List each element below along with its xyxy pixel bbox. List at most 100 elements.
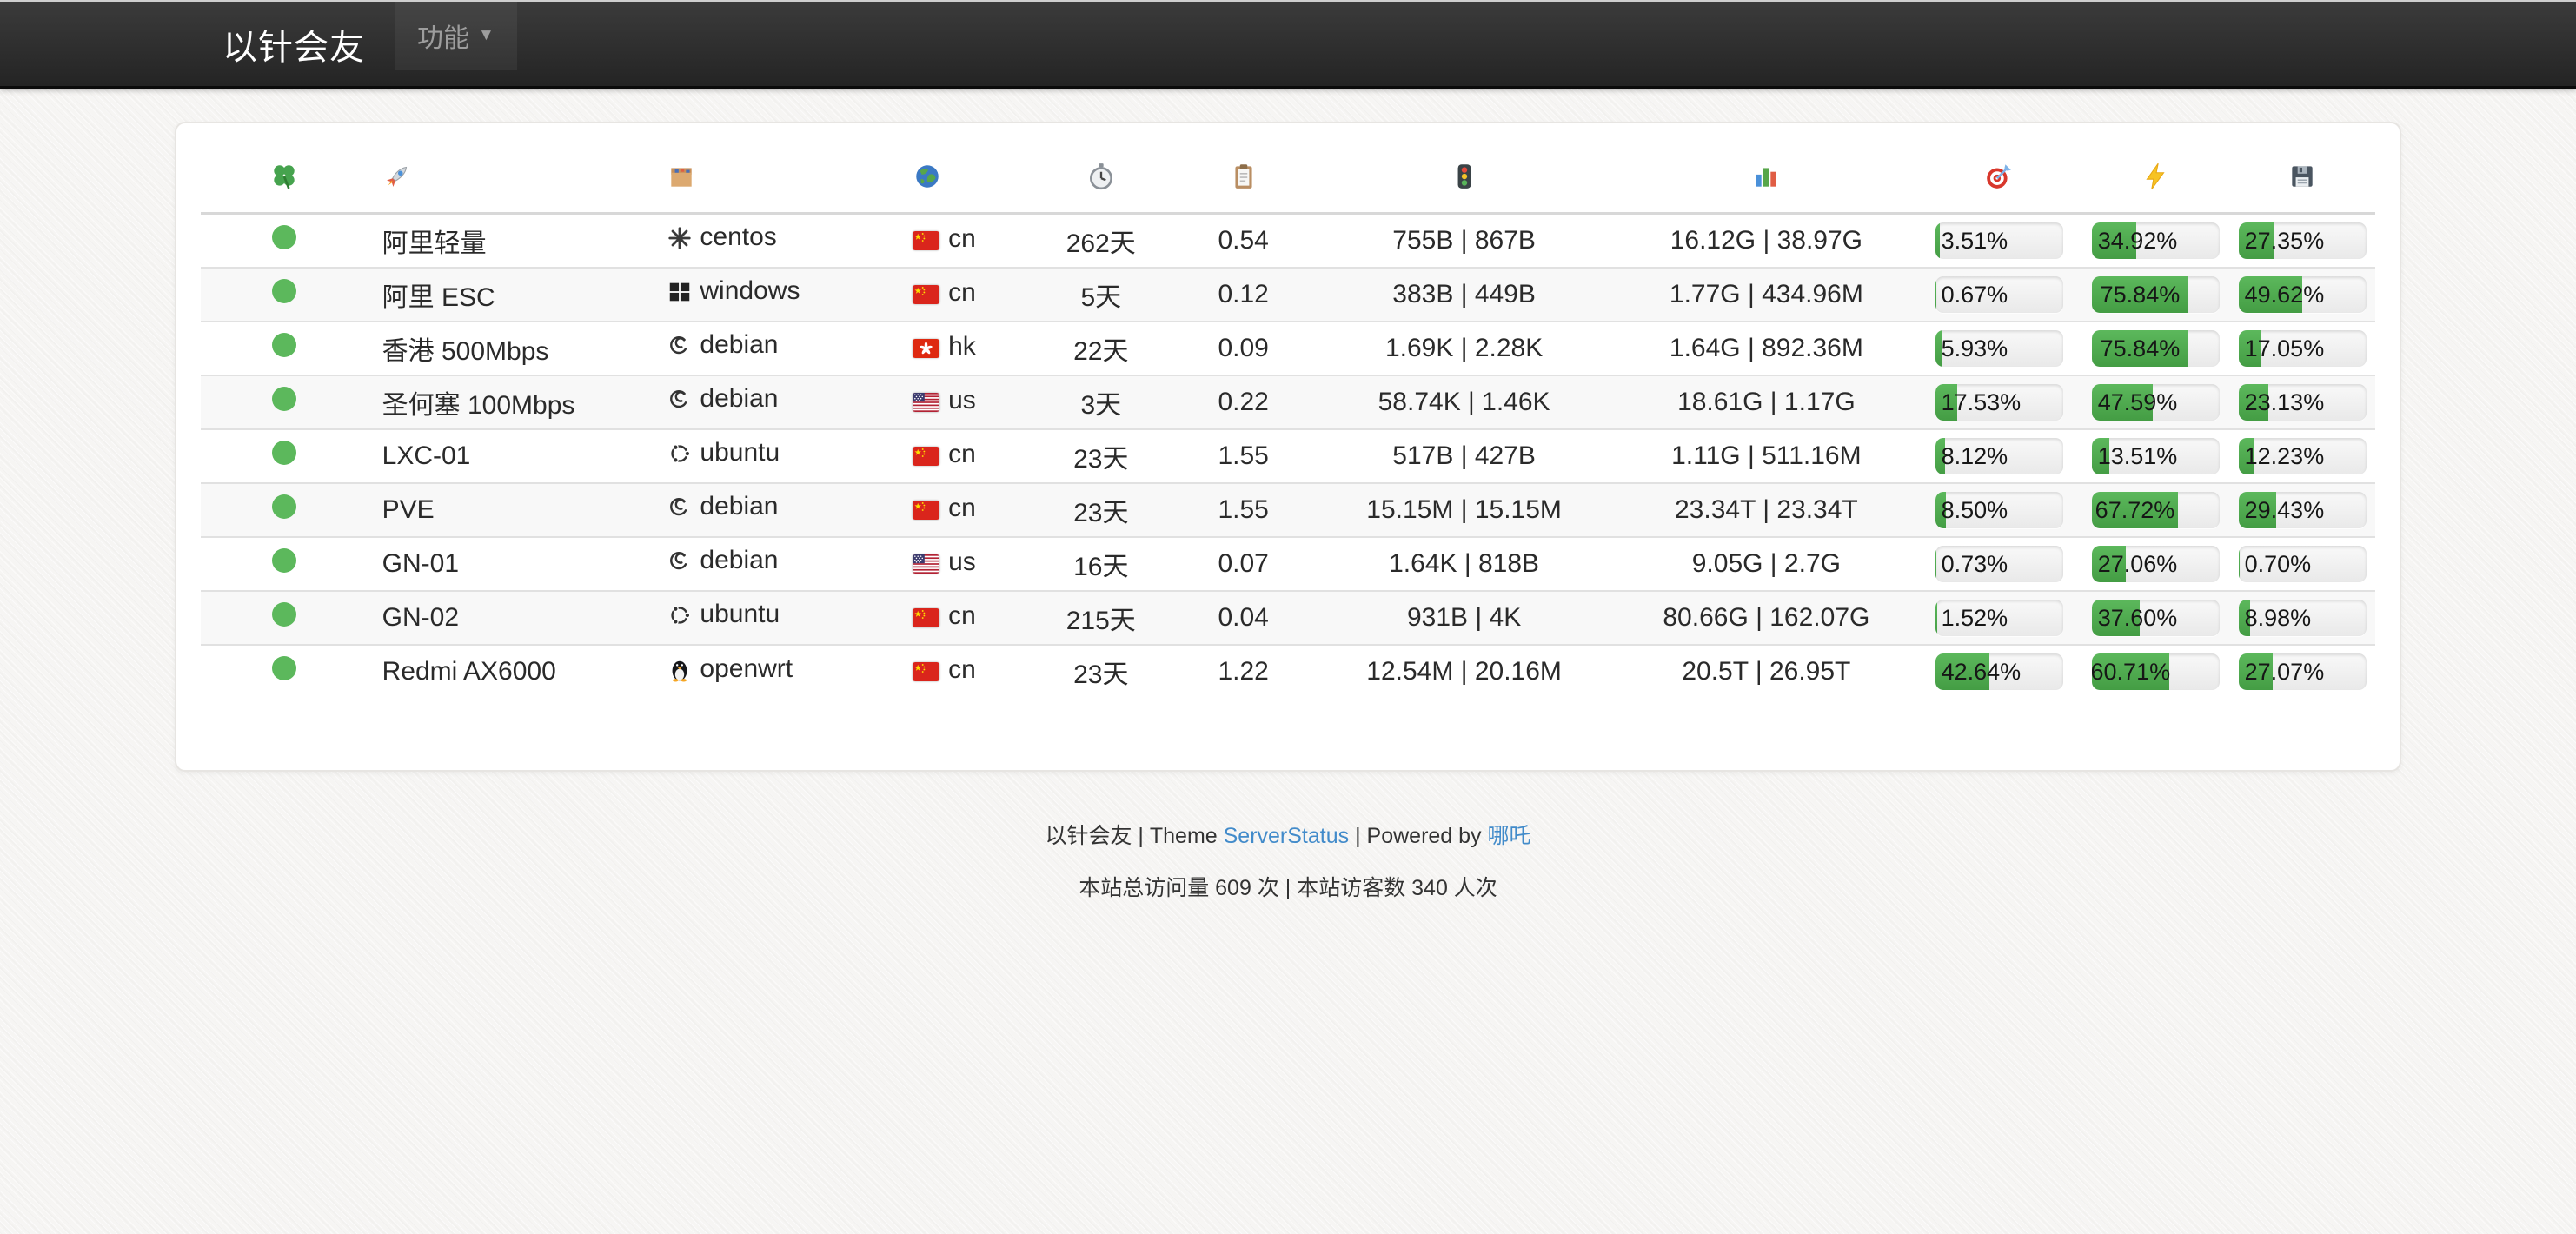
disk-usage-bar: 17.05%: [2239, 330, 2367, 367]
footer: 以针会友 | Theme ServerStatus | Powered by 哪…: [0, 819, 2576, 902]
cn-flag: [913, 443, 939, 473]
col-uptime-header: [1027, 144, 1175, 214]
cn-flag: [913, 497, 939, 527]
uptime-value: 23天: [1027, 645, 1175, 699]
load-value: 0.12: [1175, 268, 1312, 322]
network-value: 15.15M | 15.15M: [1311, 483, 1616, 537]
disk-usage-bar: 29.43%: [2239, 492, 2367, 528]
disk-usage-label: 12.23%: [2245, 438, 2325, 474]
powered-by-link[interactable]: 哪吒: [1488, 824, 1531, 848]
debian-icon: [667, 494, 693, 527]
node-name: GN-01: [368, 537, 654, 591]
cpu-usage-label: 1.52%: [1942, 600, 2008, 636]
status-dot-online: [272, 225, 296, 249]
cn-flag: [913, 282, 939, 311]
server-row[interactable]: 阿里轻量centoscn262天0.54755B | 867B16.12G | …: [201, 214, 2375, 268]
col-disk-header: [2229, 144, 2375, 214]
us-flag: [913, 389, 939, 419]
footer-site: 以针会友: [1045, 824, 1132, 848]
traffic-value: 20.5T | 26.95T: [1617, 645, 1916, 699]
load-value: 0.54: [1175, 214, 1312, 268]
server-row[interactable]: LXC-01ubuntucn23天1.55517B | 427B1.11G | …: [201, 429, 2375, 483]
status-dot-online: [272, 333, 296, 357]
server-row[interactable]: GN-02ubuntucn215天0.04931B | 4K80.66G | 1…: [201, 591, 2375, 645]
cpu-usage-bar: 5.93%: [1935, 330, 2063, 367]
stopwatch-icon: [1086, 162, 1116, 198]
bar-chart-icon: [1751, 162, 1781, 198]
cpu-usage-label: 42.64%: [1942, 653, 2022, 690]
location-code: cn: [948, 494, 976, 522]
functions-menu[interactable]: 功能 ▼: [395, 2, 517, 70]
disk-usage-label: 0.70%: [2245, 546, 2312, 582]
cpu-usage-bar: 8.12%: [1935, 438, 2063, 474]
traffic-value: 16.12G | 38.97G: [1617, 214, 1916, 268]
clover-icon: [269, 162, 299, 198]
location-code: us: [948, 386, 976, 415]
network-value: 12.54M | 20.16M: [1311, 645, 1616, 699]
cpu-usage-label: 0.67%: [1942, 276, 2008, 313]
os-name: ubuntu: [700, 600, 780, 628]
network-value: 383B | 449B: [1311, 268, 1616, 322]
disk-usage-label: 8.98%: [2245, 600, 2312, 636]
cn-flag: [913, 228, 939, 257]
location-code: cn: [948, 601, 976, 630]
server-row[interactable]: Redmi AX6000openwrtcn23天1.2212.54M | 20.…: [201, 645, 2375, 699]
disk-usage-label: 23.13%: [2245, 384, 2325, 421]
ram-usage-label: 67.72%: [2095, 492, 2175, 528]
ram-usage-bar: 75.84%: [2092, 276, 2220, 313]
load-value: 1.55: [1175, 483, 1312, 537]
ram-usage-label: 13.51%: [2098, 438, 2178, 474]
location-code: cn: [948, 278, 976, 307]
cpu-usage-label: 17.53%: [1942, 384, 2022, 421]
cpu-usage-label: 8.50%: [1942, 492, 2008, 528]
node-name: PVE: [368, 483, 654, 537]
server-row[interactable]: 香港 500Mbpsdebianhk22天0.091.69K | 2.28K1.…: [201, 322, 2375, 375]
site-brand[interactable]: 以针会友: [222, 19, 365, 70]
disk-usage-label: 49.62%: [2245, 276, 2325, 313]
status-dot-online: [272, 548, 296, 573]
status-dot-online: [272, 656, 296, 680]
cpu-usage-bar: 42.64%: [1935, 653, 2063, 690]
package-icon: [667, 162, 696, 198]
node-name: 阿里 ESC: [368, 268, 654, 322]
ubuntu-icon: [667, 441, 693, 474]
theme-link[interactable]: ServerStatus: [1224, 824, 1350, 848]
uptime-value: 262天: [1027, 214, 1175, 268]
server-row[interactable]: GN-01debianus16天0.071.64K | 818B9.05G | …: [201, 537, 2375, 591]
disk-usage-bar: 23.13%: [2239, 384, 2367, 421]
col-network-header: [1311, 144, 1616, 214]
ram-usage-label: 37.60%: [2098, 600, 2178, 636]
cpu-usage-bar: 0.67%: [1935, 276, 2063, 313]
ram-usage-bar: 37.60%: [2092, 600, 2220, 636]
disk-usage-bar: 27.07%: [2239, 653, 2367, 690]
network-value: 1.64K | 818B: [1311, 537, 1616, 591]
cpu-usage-label: 3.51%: [1942, 222, 2008, 259]
status-dot-online: [272, 494, 296, 519]
server-row[interactable]: 阿里 ESCwindowscn5天0.12383B | 449B1.77G | …: [201, 268, 2375, 322]
table-header-row: [201, 144, 2375, 214]
os-name: centos: [700, 222, 776, 251]
clipboard-icon: [1229, 162, 1258, 198]
disk-usage-bar: 8.98%: [2239, 600, 2367, 636]
ram-usage-label: 47.59%: [2098, 384, 2178, 421]
server-row[interactable]: 圣何塞 100Mbpsdebianus3天0.2258.74K | 1.46K1…: [201, 375, 2375, 429]
col-node-header: [368, 144, 654, 214]
status-dot-online: [272, 441, 296, 465]
server-row[interactable]: PVEdebiancn23天1.5515.15M | 15.15M23.34T …: [201, 483, 2375, 537]
globe-icon: [913, 162, 942, 198]
ram-usage-bar: 47.59%: [2092, 384, 2220, 421]
debian-icon: [667, 333, 693, 366]
traffic-value: 1.77G | 434.96M: [1617, 268, 1916, 322]
traffic-value: 18.61G | 1.17G: [1617, 375, 1916, 429]
load-value: 0.09: [1175, 322, 1312, 375]
os-name: debian: [700, 330, 778, 359]
network-value: 58.74K | 1.46K: [1311, 375, 1616, 429]
ram-usage-bar: 67.72%: [2092, 492, 2220, 528]
network-value: 517B | 427B: [1311, 429, 1616, 483]
status-dot-online: [272, 279, 296, 303]
node-name: 圣何塞 100Mbps: [368, 375, 654, 429]
col-location-header: [899, 144, 1027, 214]
network-value: 755B | 867B: [1311, 214, 1616, 268]
lightning-icon: [2141, 162, 2170, 198]
uptime-value: 23天: [1027, 429, 1175, 483]
